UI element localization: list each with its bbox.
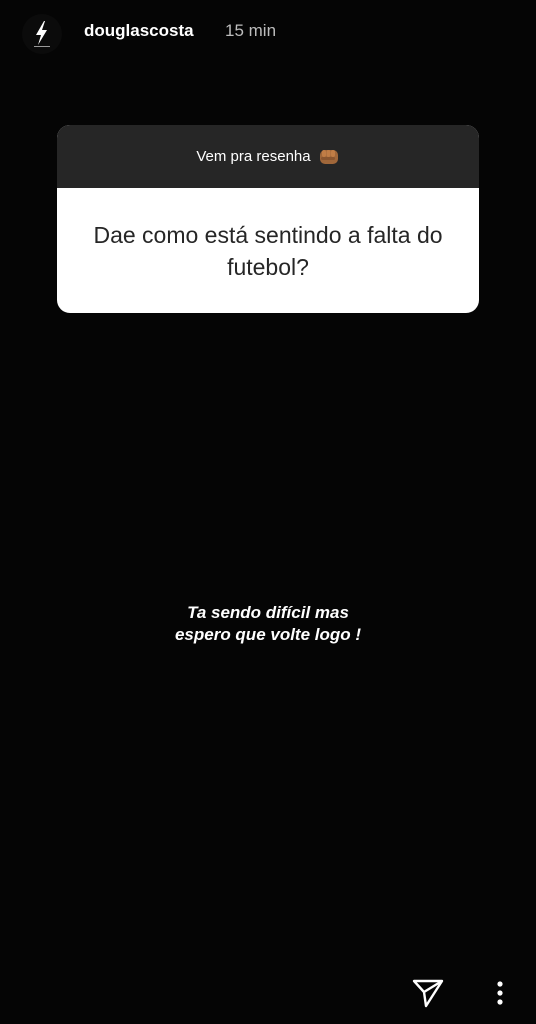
caption-line-1: Ta sendo difícil mas bbox=[187, 603, 349, 622]
more-options-button[interactable] bbox=[488, 975, 512, 1011]
paper-plane-icon bbox=[412, 979, 444, 1008]
question-sticker-header: Vem pra resenha bbox=[57, 125, 479, 188]
username[interactable]: douglascosta bbox=[84, 20, 194, 42]
story-viewer: douglascosta 15 min Vem pra resenha Dae … bbox=[0, 0, 536, 1024]
story-caption: Ta sendo difícil mas espero que volte lo… bbox=[0, 602, 536, 646]
profile-avatar[interactable] bbox=[22, 14, 62, 54]
raised-fist-icon bbox=[319, 149, 338, 164]
caption-line-2: espero que volte logo ! bbox=[174, 625, 362, 644]
question-text: Dae como está sentindo a falta do futebo… bbox=[93, 221, 443, 280]
more-vertical-icon bbox=[497, 981, 503, 1005]
question-sticker[interactable]: Vem pra resenha Dae como está sentindo a… bbox=[57, 125, 479, 313]
question-prompt: Vem pra resenha bbox=[196, 148, 311, 165]
post-timestamp: 15 min bbox=[225, 21, 277, 40]
lightning-bolt-icon bbox=[34, 21, 50, 47]
send-button[interactable] bbox=[408, 975, 448, 1011]
